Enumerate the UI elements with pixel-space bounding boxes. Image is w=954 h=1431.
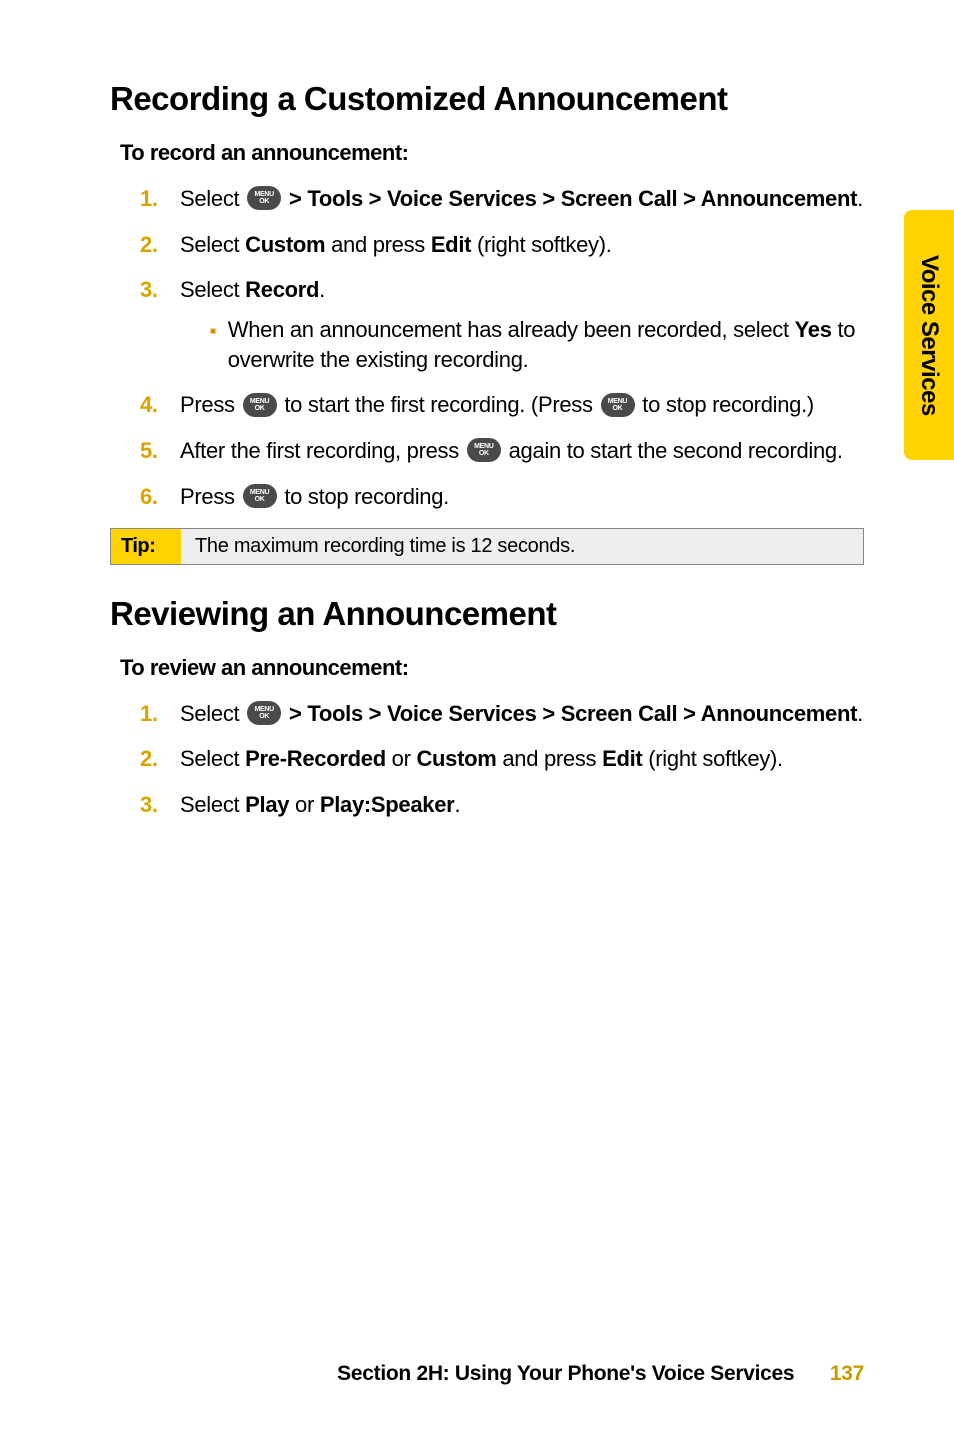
menu-ok-icon: MENUOK: [247, 186, 281, 210]
steps-list-2: 1. Select MENUOK > Tools > Voice Service…: [140, 699, 864, 820]
kw: Play: [245, 792, 289, 817]
text: When an announcement has already been re…: [228, 317, 795, 342]
step-body: Press MENUOK to stop recording.: [180, 482, 864, 512]
step-body: Press MENUOK to start the first recordin…: [180, 390, 864, 420]
subheading-review: To review an announcement:: [120, 655, 864, 681]
kw: Record: [245, 277, 319, 302]
text: Press: [180, 484, 241, 509]
step-number: 1.: [140, 699, 180, 729]
step-1-4: 4. Press MENUOK to start the first recor…: [140, 390, 864, 420]
sub-bullet-list: When an announcement has already been re…: [210, 315, 864, 374]
menu-ok-icon: MENUOK: [601, 393, 635, 417]
subheading-record: To record an announcement:: [120, 140, 864, 166]
text: .: [454, 792, 460, 817]
step-1-3: 3. Select Record. When an announcement h…: [140, 275, 864, 374]
text: .: [857, 701, 863, 726]
text: After the first recording, press: [180, 438, 465, 463]
step-1-5: 5. After the first recording, press MENU…: [140, 436, 864, 466]
text: and press: [497, 746, 603, 771]
kw: Custom: [245, 232, 325, 257]
text: to stop recording.: [279, 484, 449, 509]
step-number: 1.: [140, 184, 180, 214]
text: Select: [180, 746, 245, 771]
text: (right softkey).: [471, 232, 611, 257]
step-body: Select Pre-Recorded or Custom and press …: [180, 744, 864, 774]
text: to start the first recording. (Press: [279, 392, 599, 417]
step-body: After the first recording, press MENUOK …: [180, 436, 864, 466]
step-2-1: 1. Select MENUOK > Tools > Voice Service…: [140, 699, 864, 729]
step-1-6: 6. Press MENUOK to stop recording.: [140, 482, 864, 512]
menu-icon-label: MENUOK: [250, 398, 269, 412]
text: Press: [180, 392, 241, 417]
menu-ok-icon: MENUOK: [467, 438, 501, 462]
step-number: 3.: [140, 790, 180, 820]
tip-label: Tip:: [111, 529, 181, 564]
step-number: 6.: [140, 482, 180, 512]
text: .: [857, 186, 863, 211]
step-2-3: 3. Select Play or Play:Speaker.: [140, 790, 864, 820]
menu-icon-label: MENUOK: [250, 489, 269, 503]
page-number: 137: [830, 1362, 864, 1385]
text: (right softkey).: [642, 746, 782, 771]
text: Select: [180, 186, 245, 211]
kw: Edit: [602, 746, 642, 771]
text: or: [289, 792, 320, 817]
kw: Yes: [795, 317, 832, 342]
kw: Custom: [416, 746, 496, 771]
heading-reviewing: Reviewing an Announcement: [110, 595, 864, 633]
kw: Play:Speaker: [320, 792, 455, 817]
bullet-body: When an announcement has already been re…: [228, 315, 864, 374]
text: Select: [180, 792, 245, 817]
step-2-2: 2. Select Pre-Recorded or Custom and pre…: [140, 744, 864, 774]
step-body: Select MENUOK > Tools > Voice Services >…: [180, 699, 864, 729]
step-number: 2.: [140, 744, 180, 774]
menu-path: > Tools > Voice Services > Screen Call >…: [283, 186, 857, 211]
menu-ok-icon: MENUOK: [243, 393, 277, 417]
menu-icon-label: MENUOK: [254, 191, 273, 205]
menu-icon-label: MENUOK: [608, 398, 627, 412]
text: .: [319, 277, 325, 302]
text: Select: [180, 701, 245, 726]
footer-section-label: Section 2H: Using Your Phone's Voice Ser…: [337, 1362, 794, 1385]
steps-list-1: 1. Select MENUOK > Tools > Voice Service…: [140, 184, 864, 512]
step-body: Select Record. When an announcement has …: [180, 275, 864, 374]
text: again to start the second recording.: [503, 438, 843, 463]
kw: Pre-Recorded: [245, 746, 386, 771]
heading-recording: Recording a Customized Announcement: [110, 80, 864, 118]
step-number: 3.: [140, 275, 180, 374]
sub-bullet: When an announcement has already been re…: [210, 315, 864, 374]
tip-box: Tip: The maximum recording time is 12 se…: [110, 528, 864, 565]
step-body: Select MENUOK > Tools > Voice Services >…: [180, 184, 864, 214]
tip-text: The maximum recording time is 12 seconds…: [181, 529, 863, 564]
text: Select: [180, 277, 245, 302]
menu-ok-icon: MENUOK: [247, 701, 281, 725]
menu-ok-icon: MENUOK: [243, 484, 277, 508]
page-footer: Section 2H: Using Your Phone's Voice Ser…: [337, 1362, 864, 1386]
text: Select: [180, 232, 245, 257]
kw: Edit: [431, 232, 471, 257]
text: or: [386, 746, 417, 771]
menu-icon-label: MENUOK: [254, 706, 273, 720]
step-body: Select Custom and press Edit (right soft…: [180, 230, 864, 260]
step-number: 5.: [140, 436, 180, 466]
step-body: Select Play or Play:Speaker.: [180, 790, 864, 820]
step-number: 4.: [140, 390, 180, 420]
menu-icon-label: MENUOK: [474, 443, 493, 457]
step-1-2: 2. Select Custom and press Edit (right s…: [140, 230, 864, 260]
text: to stop recording.): [637, 392, 814, 417]
text: and press: [325, 232, 431, 257]
menu-path: > Tools > Voice Services > Screen Call >…: [283, 701, 857, 726]
step-number: 2.: [140, 230, 180, 260]
page-content: Recording a Customized Announcement To r…: [0, 0, 954, 1431]
step-1-1: 1. Select MENUOK > Tools > Voice Service…: [140, 184, 864, 214]
